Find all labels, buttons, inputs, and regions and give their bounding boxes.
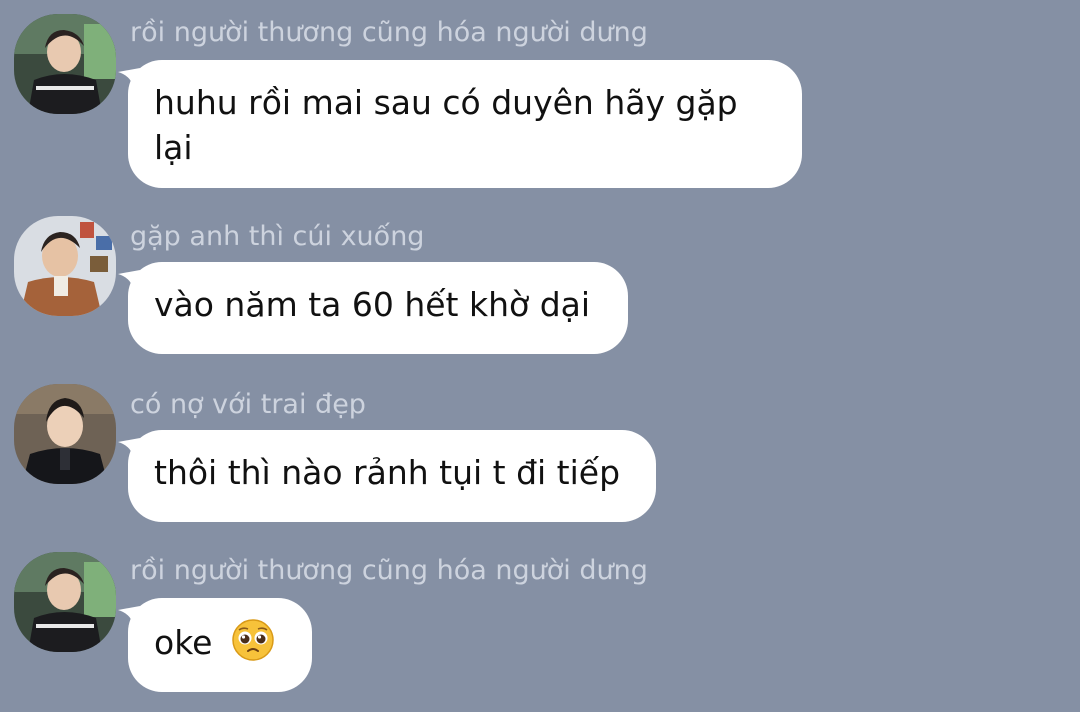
- message-row: có nợ với trai đẹp thôi thì nào rảnh tụi…: [0, 384, 1080, 534]
- sender-name: có nợ với trai đẹp: [130, 389, 366, 420]
- message-text: oke: [154, 623, 213, 662]
- pleading-face-emoji-icon: [232, 619, 274, 661]
- bubble-tail-icon: [118, 606, 140, 628]
- user-avatar-icon[interactable]: [14, 14, 116, 114]
- sender-name: rồi người thương cũng hóa người dưng: [130, 17, 648, 48]
- sender-name: gặp anh thì cúi xuống: [130, 221, 425, 252]
- message-bubble[interactable]: oke: [118, 598, 312, 692]
- user-avatar-icon[interactable]: [14, 216, 116, 316]
- chat-thread: rồi người thương cũng hóa người dưng huh…: [0, 0, 1080, 712]
- user-avatar-icon[interactable]: [14, 384, 116, 484]
- bubble-tail-icon: [118, 270, 140, 292]
- message-bubble[interactable]: huhu rồi mai sau có duyên hãy gặp lại: [118, 60, 802, 188]
- message-bubble[interactable]: thôi thì nào rảnh tụi t đi tiếp: [118, 430, 656, 522]
- message-row: rồi người thương cũng hóa người dưng huh…: [0, 14, 1080, 194]
- message-row: rồi người thương cũng hóa người dưng oke: [0, 552, 1080, 702]
- message-text: huhu rồi mai sau có duyên hãy gặp lại: [154, 83, 738, 167]
- sender-name: rồi người thương cũng hóa người dưng: [130, 555, 648, 586]
- user-avatar-icon[interactable]: [14, 552, 116, 652]
- bubble-tail-icon: [118, 68, 140, 90]
- message-bubble[interactable]: vào năm ta 60 hết khờ dại: [118, 262, 628, 354]
- message-row: gặp anh thì cúi xuống vào năm ta 60 hết …: [0, 216, 1080, 366]
- message-text: thôi thì nào rảnh tụi t đi tiếp: [154, 453, 621, 492]
- bubble-tail-icon: [118, 438, 140, 460]
- message-text: vào năm ta 60 hết khờ dại: [154, 285, 591, 324]
